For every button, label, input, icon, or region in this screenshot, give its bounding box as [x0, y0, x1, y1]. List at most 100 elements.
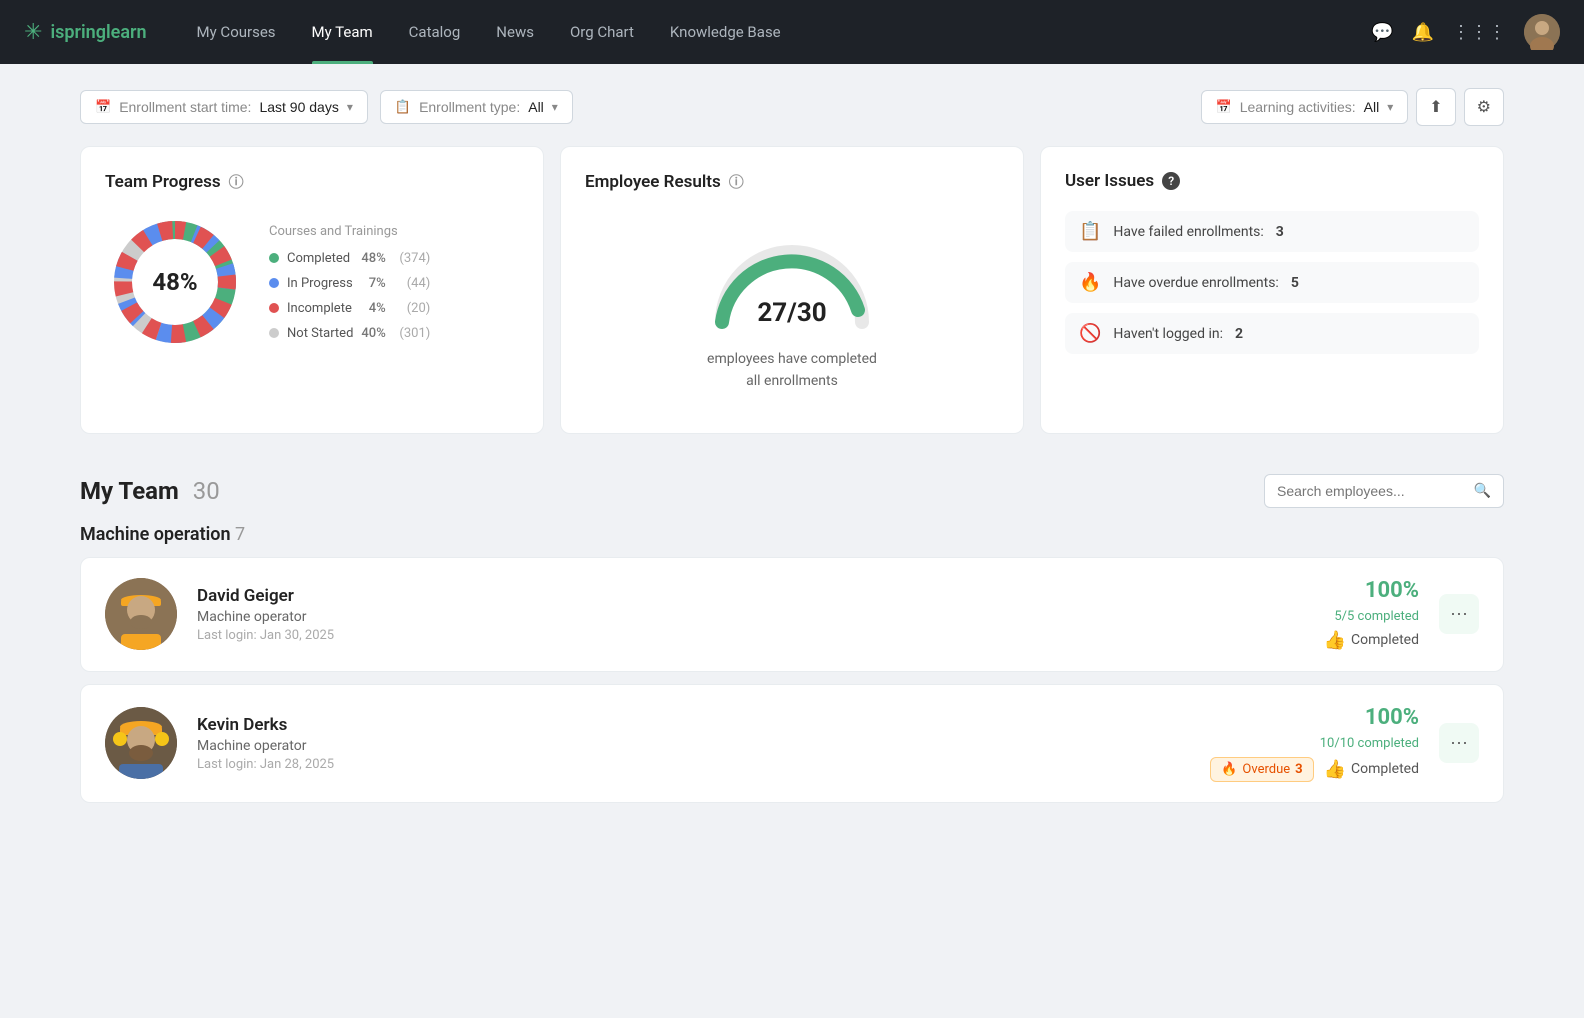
employee-david-info: David Geiger Machine operator Last login…: [197, 586, 1304, 643]
team-progress-card: Team Progress ⓘ: [80, 146, 544, 434]
employee-kevin-stats: 100% 10/10 completed 🔥 Overdue 3 👍 Compl…: [1210, 705, 1419, 782]
enrollment-type-value: All: [528, 99, 544, 115]
issue-failed-enrollments[interactable]: 📋 Have failed enrollments: 3: [1065, 211, 1479, 252]
team-progress-legend: Courses and Trainings Completed 48% (374…: [269, 224, 430, 341]
chat-icon[interactable]: 💬: [1371, 22, 1393, 43]
legend-dot-completed: [269, 253, 279, 263]
navbar: ✳ ispringlearn My Courses My Team Catalo…: [0, 0, 1584, 64]
employee-kevin-name: Kevin Derks: [197, 715, 1190, 735]
enrollment-start-label: Enrollment start time:: [119, 99, 251, 115]
group-count: 7: [235, 524, 245, 545]
issue-not-logged-count: 2: [1235, 326, 1243, 342]
learning-activities-value: All: [1364, 99, 1380, 115]
employee-kevin-info: Kevin Derks Machine operator Last login:…: [197, 715, 1190, 772]
employee-kevin-role: Machine operator: [197, 738, 1190, 754]
legend-not-started: Not Started 40% (301): [269, 326, 430, 341]
issue-overdue-enrollments[interactable]: 🔥 Have overdue enrollments: 5: [1065, 262, 1479, 303]
settings-button[interactable]: ⚙: [1464, 88, 1504, 126]
chevron-down-icon-1: ▾: [347, 100, 353, 114]
employee-search-box[interactable]: 🔍: [1264, 474, 1504, 508]
employee-david-badges: 👍 Completed: [1324, 630, 1419, 651]
nav-org-chart[interactable]: Org Chart: [552, 0, 652, 64]
employee-results-title: Employee Results ⓘ: [585, 171, 999, 192]
nav-my-team[interactable]: My Team: [294, 0, 391, 64]
legend-completed: Completed 48% (374): [269, 251, 430, 266]
learning-activities-label: Learning activities:: [1240, 99, 1356, 115]
employee-search-input[interactable]: [1277, 483, 1466, 499]
legend-dot-incomplete: [269, 303, 279, 313]
gauge-chart: 27/30: [702, 222, 882, 332]
nav-news[interactable]: News: [478, 0, 552, 64]
group-machine-operation-title: Machine operation 7: [80, 524, 1504, 545]
kevin-overdue-badge: 🔥 Overdue 3: [1210, 757, 1313, 782]
enrollment-type-filter[interactable]: 📋 Enrollment type: All ▾: [380, 90, 573, 124]
legend-dot-in-progress: [269, 278, 279, 288]
nav-knowledge-base[interactable]: Knowledge Base: [652, 0, 799, 64]
kevin-status-label: Completed: [1351, 761, 1419, 777]
employee-david-pct: 100%: [1365, 578, 1419, 603]
user-avatar[interactable]: [1524, 14, 1560, 50]
info-icon-3[interactable]: ?: [1162, 172, 1180, 190]
issue-overdue-count: 5: [1291, 275, 1299, 291]
info-icon-1[interactable]: ⓘ: [229, 171, 244, 192]
nav-catalog[interactable]: Catalog: [391, 0, 479, 64]
user-issues-title: User Issues ?: [1065, 171, 1479, 191]
my-team-count: 30: [193, 477, 220, 505]
fire-icon-kevin: 🔥: [1221, 762, 1237, 777]
team-progress-title: Team Progress ⓘ: [105, 171, 519, 192]
bell-icon[interactable]: 🔔: [1412, 22, 1434, 43]
avatar-david: [105, 578, 177, 650]
legend-incomplete: Incomplete 4% (20): [269, 301, 430, 316]
export-button[interactable]: ⬆: [1416, 88, 1455, 126]
chevron-down-icon-2: ▾: [552, 100, 558, 114]
stats-row: Team Progress ⓘ: [80, 146, 1504, 434]
employee-card-kevin: Kevin Derks Machine operator Last login:…: [80, 684, 1504, 803]
legend-in-progress: In Progress 7% (44): [269, 276, 430, 291]
logo[interactable]: ✳ ispringlearn: [24, 20, 147, 45]
user-issues-list: 📋 Have failed enrollments: 3 🔥 Have over…: [1065, 211, 1479, 354]
overdue-label: Overdue: [1242, 762, 1290, 777]
employee-david-login: Last login: Jan 30, 2025: [197, 628, 1304, 643]
employee-kevin-completed: 10/10 completed: [1320, 736, 1419, 751]
calendar-icon-2: 📋: [395, 99, 411, 115]
employee-kevin-login: Last login: Jan 28, 2025: [197, 757, 1190, 772]
legend-section-title: Courses and Trainings: [269, 224, 430, 239]
legend-dot-not-started: [269, 328, 279, 338]
enrollment-start-filter[interactable]: 📅 Enrollment start time: Last 90 days ▾: [80, 90, 368, 124]
issue-overdue-text: Have overdue enrollments:: [1113, 275, 1278, 291]
david-completed-badge: 👍 Completed: [1324, 630, 1419, 651]
calendar-icon-1: 📅: [95, 99, 111, 115]
learning-activities-filter[interactable]: 📅 Learning activities: All ▾: [1201, 90, 1409, 124]
enrollment-start-value: Last 90 days: [259, 99, 338, 115]
employee-kevin-badges: 🔥 Overdue 3 👍 Completed: [1210, 757, 1419, 782]
my-team-header: My Team 30 🔍: [80, 474, 1504, 508]
employee-kevin-pct: 100%: [1365, 705, 1419, 730]
employee-david-menu[interactable]: ⋯: [1439, 594, 1479, 634]
issue-not-logged-in[interactable]: 🚫 Haven't logged in: 2: [1065, 313, 1479, 354]
employee-david-completed: 5/5 completed: [1334, 609, 1419, 624]
nav-my-courses[interactable]: My Courses: [179, 0, 294, 64]
nav-actions: 💬 🔔 ⋮⋮⋮: [1371, 14, 1560, 50]
overdue-enrollments-icon: 🔥: [1079, 272, 1101, 293]
donut-chart: 48%: [105, 212, 245, 352]
employee-results-card: Employee Results ⓘ 27/30 employees have …: [560, 146, 1024, 434]
issue-failed-text: Have failed enrollments:: [1113, 224, 1263, 240]
employee-david-role: Machine operator: [197, 609, 1304, 625]
logo-text: ispringlearn: [50, 22, 146, 43]
gauge-fraction: 27/30: [757, 298, 826, 328]
thumbs-up-icon-kevin: 👍: [1324, 759, 1346, 780]
search-icon: 🔍: [1474, 483, 1491, 499]
failed-enrollments-icon: 📋: [1079, 221, 1101, 242]
grid-icon[interactable]: ⋮⋮⋮: [1452, 22, 1506, 43]
calendar-icon-3: 📅: [1216, 99, 1232, 115]
employee-kevin-menu[interactable]: ⋯: [1439, 723, 1479, 763]
my-team-title: My Team 30: [80, 477, 220, 505]
filters-row: 📅 Enrollment start time: Last 90 days ▾ …: [80, 88, 1504, 126]
info-icon-2[interactable]: ⓘ: [729, 171, 744, 192]
main-content: 📅 Enrollment start time: Last 90 days ▾ …: [0, 64, 1584, 839]
employee-card-david: David Geiger Machine operator Last login…: [80, 557, 1504, 672]
overdue-count-kevin: 3: [1295, 762, 1302, 777]
employee-results-description: employees have completedall enrollments: [707, 348, 877, 393]
donut-center-pct: 48%: [152, 268, 197, 296]
nav-links: My Courses My Team Catalog News Org Char…: [179, 0, 1372, 64]
